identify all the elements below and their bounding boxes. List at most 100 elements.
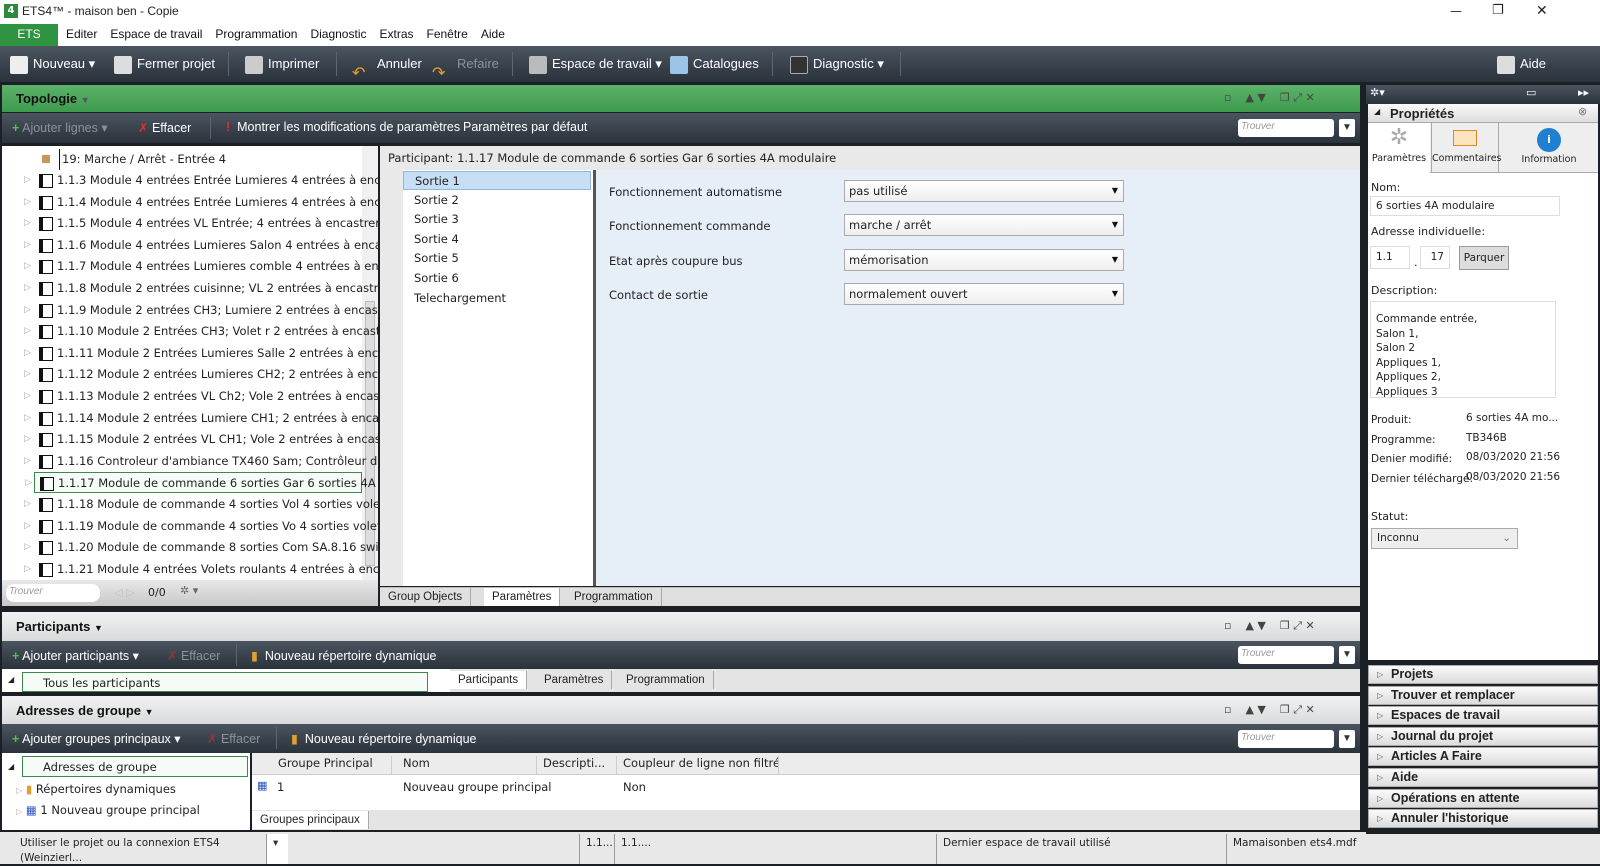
tree-item-device[interactable]: ▷ 1.1.11 Module 2 Entrées Lumieres Salle … (2, 343, 402, 364)
param-select[interactable]: mémorisation (844, 248, 1124, 271)
tree-item-device[interactable]: ▷ 1.1.12 Module 2 entrées Lumieres CH2; 2… (2, 364, 402, 385)
table-cell[interactable]: Nouveau groupe principal (403, 780, 552, 794)
expand-arrow-icon[interactable]: ▷ (24, 364, 31, 385)
menu-programmation[interactable]: Programmation (215, 23, 297, 46)
tree-item-device[interactable]: ▷ 1.1.21 Module 4 entrées Volets roulants… (2, 559, 397, 580)
column-header[interactable]: Nom (397, 756, 537, 775)
sortie-item[interactable]: Sortie 5 (403, 249, 591, 268)
nouveau-repertoire-button[interactable]: ▮ Nouveau répertoire dynamique (291, 731, 476, 746)
settings-gear-icon[interactable]: ✲▾ (1370, 86, 1385, 99)
ets-menu-button[interactable]: ETS (0, 24, 58, 46)
tree-item-groupe[interactable]: ▷ ▦ 1 Nouveau groupe principal (16, 801, 200, 821)
sortie-item[interactable]: Telechargement (403, 289, 591, 308)
tree-item-device[interactable]: ▷ 1.1.19 Module de commande 4 sorties Vo … (2, 516, 392, 537)
menu-diagnostic[interactable]: Diagnostic (310, 23, 366, 46)
effacer-button[interactable]: ✗ Effacer (138, 120, 191, 135)
tree-item-device[interactable]: ▷ 1.1.14 Module 2 entrées Lumiere CH1; 2 … (2, 408, 401, 429)
aide-button[interactable]: Aide (1497, 46, 1546, 82)
menu-aide[interactable]: Aide (481, 23, 505, 46)
description-textarea[interactable]: Commande entrée, Salon 1, Salon 2 Appliq… (1370, 301, 1556, 398)
refaire-button[interactable]: ↷ Refaire (432, 46, 499, 82)
montrer-modifications-button[interactable]: ! Montrer les modifications de paramètre… (226, 120, 460, 134)
effacer-button[interactable]: ✗ Effacer (207, 731, 260, 746)
sortie-item[interactable]: Sortie 4 (403, 230, 591, 249)
espace-de-travail-button[interactable]: Espace de travail ▾ (529, 46, 662, 82)
filter-icon[interactable]: ▼ (1339, 646, 1355, 664)
expand-arrow-icon[interactable]: ▷ (24, 300, 31, 321)
tree-item-device[interactable]: ▷ 1.1.9 Module 2 entrées CH3; Lumiere 2 e… (2, 300, 399, 321)
tree-item-device[interactable]: ▷ 1.1.10 Module 2 Entrées CH3; Volet r 2 … (2, 321, 397, 342)
status-connection[interactable]: Utiliser le projet ou la connexion ETS4 … (14, 834, 264, 864)
filter-icon[interactable]: ▼ (1339, 119, 1355, 137)
expand-arrow-icon[interactable]: ▷ (24, 256, 31, 277)
accordion-item[interactable]: Espaces de travail (1368, 706, 1598, 726)
panel-window-controls[interactable]: ▫ ▲ ▼ ❐ ⤢ ✕ (1224, 91, 1315, 105)
collapse-arrow-icon[interactable]: ◢ (8, 762, 14, 771)
menu-editer[interactable]: Editer (66, 23, 97, 46)
tree-item-device[interactable]: ▷ 1.1.8 Module 2 entrées cuisinne; VL 2 e… (2, 278, 390, 299)
expand-arrow-icon[interactable]: ▷ (24, 451, 31, 472)
tree-item-device[interactable]: ▷ 1.1.7 Module 4 entrées Lumieres comble … (2, 256, 396, 277)
tree-item-group-object[interactable]: 19: Marche / Arrêt - Entrée 4 (2, 149, 362, 170)
expand-arrow-icon[interactable]: ▷ (24, 278, 31, 299)
tab-group-objects[interactable]: Group Objects (380, 588, 472, 606)
panel-float-icon[interactable]: ▭ (1526, 86, 1536, 99)
column-header[interactable]: Coupleur de ligne non filtré (617, 756, 779, 775)
menu-extras[interactable]: Extras (379, 23, 413, 46)
search-icon[interactable]: ⌕ (1318, 119, 1334, 137)
collapse-panel-icon[interactable]: ▸▸ (1578, 86, 1589, 99)
adresses-title[interactable]: Adresses de groupe ▼ (16, 703, 154, 718)
sortie-item[interactable]: Sortie 3 (403, 210, 591, 229)
column-header[interactable]: Groupe Principal (272, 756, 392, 775)
expand-arrow-icon[interactable]: ▷ (24, 321, 31, 342)
accordion-item[interactable]: Articles A Faire (1368, 747, 1598, 767)
fermer-projet-button[interactable]: Fermer projet (114, 46, 215, 82)
table-cell[interactable]: Non (623, 780, 646, 794)
expand-arrow-icon[interactable]: ▷ (24, 537, 31, 558)
catalogues-button[interactable]: Catalogues (670, 46, 759, 82)
close-button[interactable]: ✕ (1536, 3, 1548, 19)
sortie-item[interactable]: Sortie 6 (403, 269, 591, 288)
parametres-defaut-button[interactable]: Paramètres par défaut (463, 120, 587, 134)
nouveau-repertoire-button[interactable]: ▮ Nouveau répertoire dynamique (251, 648, 436, 663)
expand-arrow-icon[interactable]: ▷ (24, 559, 31, 580)
tree-item-device[interactable]: ▷ 1.1.15 Module 2 entrées VL CH1; Vole 2 … (2, 429, 396, 450)
expand-arrow-icon[interactable]: ▷ (24, 386, 31, 407)
tree-item-device[interactable]: ▷ 1.1.17 Module de commande 6 sorties Gar… (25, 472, 402, 494)
tree-item-adresses[interactable]: Adresses de groupe (22, 756, 248, 777)
panel-window-controls[interactable]: ▫ ▲ ▼ ❐ ⤢ ✕ (1224, 703, 1315, 717)
tab-participants[interactable]: Participants (450, 671, 528, 689)
column-header[interactable]: Descripti... (537, 756, 617, 775)
sortie-item[interactable]: Sortie 2 (403, 191, 591, 210)
expand-arrow-icon[interactable]: ▷ (24, 170, 31, 191)
annuler-button[interactable]: ↶ Annuler (352, 46, 422, 82)
accordion-item[interactable]: Annuler l'historique (1368, 809, 1598, 829)
topologie-title[interactable]: Topologie ▼ (16, 91, 90, 106)
tab-groupes-principaux[interactable]: Groupes principaux (252, 811, 369, 829)
close-circle-icon[interactable]: ⊗ (1578, 105, 1587, 118)
tree-item-device[interactable]: ▷ 1.1.4 Module 4 entrées Entrée Lumieres … (2, 192, 405, 213)
tree-item-device[interactable]: ▷ 1.1.5 Module 4 entrées VL Entrée; 4 ent… (2, 213, 380, 234)
connection-dropdown[interactable]: ▾ (266, 834, 288, 864)
accordion-item[interactable]: Projets (1368, 665, 1598, 684)
expand-arrow-icon[interactable]: ▷ (24, 494, 31, 515)
tab-programmation[interactable]: Programmation (566, 588, 662, 606)
tab-commentaires[interactable]: Commentaires (1431, 123, 1502, 173)
adresse-device-input[interactable]: 17 (1420, 246, 1450, 269)
expand-arrow-icon[interactable]: ▷ (24, 429, 31, 450)
settings-gear-icon[interactable]: ✲ ▾ (180, 584, 198, 597)
table-cell[interactable]: 1 (277, 780, 284, 794)
expand-arrow-icon[interactable]: ▷ (24, 235, 31, 256)
adresse-line-input[interactable]: 1.1 (1370, 246, 1410, 269)
accordion-item[interactable]: Trouver et remplacer (1368, 685, 1598, 705)
ajouter-lignes-button[interactable]: + Ajouter lignes ▾ (12, 120, 108, 135)
nav-arrows[interactable]: ◁ ▷ (114, 586, 134, 599)
panel-window-controls[interactable]: ▫ ▲ ▼ ❐ ⤢ ✕ (1224, 619, 1315, 633)
accordion-item[interactable]: Journal du projet (1368, 726, 1598, 746)
tab-information[interactable]: i Information (1500, 123, 1598, 173)
maximize-button[interactable]: ❐ (1492, 3, 1504, 18)
tab-programmation[interactable]: Programmation (618, 671, 714, 689)
accordion-item[interactable]: Aide (1368, 768, 1598, 787)
search-icon[interactable]: ⌕ (1318, 646, 1334, 664)
tree-item-device[interactable]: ▷ 1.1.16 Controleur d'ambiance TX460 Sam;… (2, 451, 399, 472)
